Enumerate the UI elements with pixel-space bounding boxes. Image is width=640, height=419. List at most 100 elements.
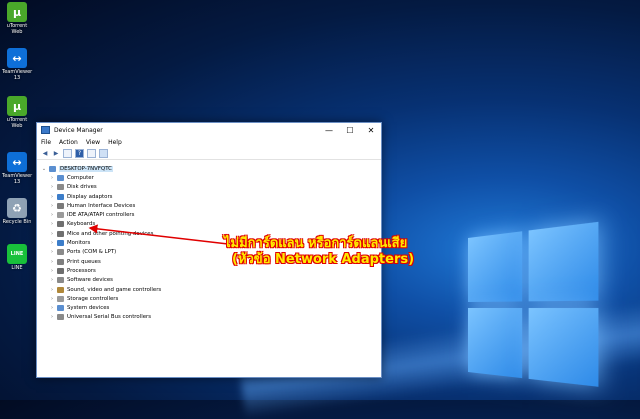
windows-logo-wallpaper (468, 221, 599, 394)
utorrent-icon: µ (7, 2, 27, 22)
desktop-icon-label: Recycle Bin (2, 219, 32, 225)
close-button[interactable]: ✕ (361, 123, 381, 137)
chevron-right-icon[interactable]: › (49, 314, 55, 320)
chevron-right-icon[interactable]: › (49, 296, 55, 302)
utorrent-icon: µ (7, 96, 27, 116)
desktop-icon-line-5[interactable]: LINE LINE (2, 244, 32, 271)
chevron-right-icon[interactable]: › (49, 212, 55, 218)
chevron-right-icon[interactable]: › (49, 221, 55, 227)
minimize-button[interactable]: — (319, 123, 339, 137)
menu-help[interactable]: Help (108, 139, 122, 146)
toolbar: ◀ ▶ ? (37, 147, 381, 160)
window-title: Device Manager (54, 126, 103, 134)
line-icon: LINE (7, 244, 27, 264)
tree-item-hid[interactable]: › Human Interface Devices (41, 201, 381, 210)
tree-item-system[interactable]: › System devices (41, 303, 381, 312)
desktop-icon-label: TeamViewer 13 (2, 173, 33, 185)
annotation-text: ไม่มีการ์ดแลน หรือการ์ดแลนเสีย (หัวข้อ N… (224, 236, 414, 268)
maximize-button[interactable]: ☐ (340, 123, 360, 137)
computer-icon (49, 165, 56, 172)
desktop-icon-utorrent-0[interactable]: µ uTorrent Web (2, 2, 32, 35)
chevron-right-icon[interactable]: › (49, 184, 55, 190)
tree-item-label: Human Interface Devices (67, 202, 136, 209)
sound-icon (57, 286, 64, 293)
monitor-icon (57, 240, 64, 247)
chevron-right-icon[interactable]: › (49, 194, 55, 200)
tree-item-display[interactable]: › Display adaptors (41, 192, 381, 201)
tree-item-label: Sound, video and game controllers (67, 286, 162, 293)
device-manager-icon (41, 126, 50, 134)
tree-item-label: Processors (67, 267, 96, 274)
tree-item-disk[interactable]: › Disk drives (41, 183, 381, 192)
menu-action[interactable]: Action (59, 139, 78, 146)
software-device-icon (57, 277, 64, 284)
mouse-icon (57, 230, 64, 237)
root-label: DESKTOP-7NVFQTC (59, 165, 113, 172)
desktop-icon-recycle-bin-4[interactable]: ♻ Recycle Bin (2, 198, 32, 225)
annotation-line-1: ไม่มีการ์ดแลน หรือการ์ดแลนเสีย (224, 236, 408, 251)
tree-item-label: Mice and other pointing devices (67, 230, 154, 237)
computer-icon (57, 174, 64, 181)
tree-item-label: Storage controllers (67, 295, 119, 302)
desktop-icon-utorrent-2[interactable]: µ uTorrent Web (2, 96, 32, 129)
help-icon[interactable]: ? (75, 148, 84, 158)
monitor-icon[interactable] (99, 148, 108, 158)
tree-item-label: Keyboards (67, 221, 96, 228)
title-bar[interactable]: Device Manager — ☐ ✕ (37, 123, 381, 137)
chevron-right-icon[interactable]: › (49, 249, 55, 255)
tree-item-label: Print queues (67, 258, 101, 265)
desktop-icon-label: TeamViewer 13 (2, 69, 33, 81)
desktop-icon-teamviewer-1[interactable]: ↔ TeamViewer 13 (2, 48, 32, 81)
chevron-down-icon[interactable]: ⌄ (41, 166, 47, 172)
tree-item-label: Ports (COM & LPT) (67, 249, 117, 256)
tree-item-label: IDE ATA/ATAPI controllers (67, 212, 135, 219)
forward-icon[interactable]: ▶ (52, 149, 60, 157)
desktop-icon-teamviewer-3[interactable]: ↔ TeamViewer 13 (2, 152, 32, 185)
menu-view[interactable]: View (86, 139, 100, 146)
tree-item-label: Universal Serial Bus controllers (67, 314, 152, 321)
chevron-right-icon[interactable]: › (49, 287, 55, 293)
tree-item-storage[interactable]: › Storage controllers (41, 294, 381, 303)
printer-icon (57, 258, 64, 265)
usb-icon (57, 314, 64, 321)
tree-item-label: System devices (67, 305, 110, 312)
chevron-right-icon[interactable]: › (49, 305, 55, 311)
chevron-right-icon[interactable]: › (49, 277, 55, 283)
tree-item-usb[interactable]: › Universal Serial Bus controllers (41, 313, 381, 322)
tree-item-ide[interactable]: › IDE ATA/ATAPI controllers (41, 210, 381, 219)
chevron-right-icon[interactable]: › (49, 203, 55, 209)
processor-icon (57, 267, 64, 274)
tree-item-label: Disk drives (67, 184, 97, 191)
hid-icon (57, 202, 64, 209)
teamviewer-icon: ↔ (7, 152, 27, 172)
display-icon (57, 193, 64, 200)
desktop-icon-label: LINE (11, 265, 23, 271)
tree-item-computer[interactable]: › Computer (41, 173, 381, 182)
tree-item-label: Computer (67, 174, 94, 181)
properties-icon[interactable] (63, 148, 72, 158)
chevron-right-icon[interactable]: › (49, 175, 55, 181)
menu-file[interactable]: File (41, 139, 51, 146)
chevron-right-icon[interactable]: › (49, 231, 55, 237)
menu-bar: File Action View Help (37, 137, 381, 147)
port-icon (57, 249, 64, 256)
tree-root[interactable]: ⌄ DESKTOP-7NVFQTC (41, 164, 381, 173)
tree-item-software-device[interactable]: › Software devices (41, 276, 381, 285)
ide-icon (57, 212, 64, 219)
chevron-right-icon[interactable]: › (49, 268, 55, 274)
disk-icon (57, 184, 64, 191)
back-icon[interactable]: ◀ (41, 149, 49, 157)
desktop-icon-label: uTorrent Web (6, 117, 28, 129)
tree-item-keyboard[interactable]: › Keyboards (41, 220, 381, 229)
chevron-right-icon[interactable]: › (49, 240, 55, 246)
recycle-bin-icon: ♻ (7, 198, 27, 218)
tree-item-label: Software devices (67, 277, 113, 284)
scan-icon[interactable] (87, 148, 96, 158)
tree-item-label: Display adaptors (67, 193, 113, 200)
tree-item-label: Monitors (67, 240, 91, 247)
teamviewer-icon: ↔ (7, 48, 27, 68)
system-icon (57, 305, 64, 312)
tree-item-sound[interactable]: › Sound, video and game controllers (41, 285, 381, 294)
chevron-right-icon[interactable]: › (49, 259, 55, 265)
desktop-icon-label: uTorrent Web (6, 23, 28, 35)
